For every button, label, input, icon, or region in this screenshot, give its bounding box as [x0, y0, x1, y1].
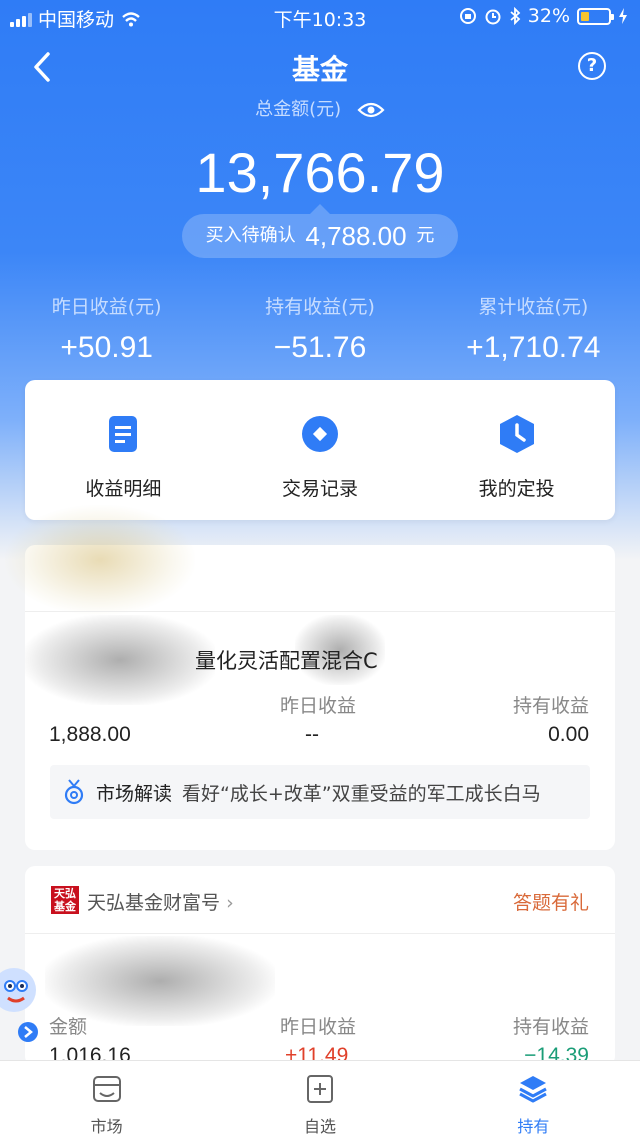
- tianhong-logo: 天弘基金: [51, 886, 79, 914]
- amount-label: 金额: [49, 1016, 88, 1038]
- stat-value: +50.91: [60, 331, 153, 364]
- stat-holding: 持有收益(元) −51.76: [213, 292, 426, 365]
- quick-action-earnings-detail[interactable]: 收益明细: [25, 380, 222, 520]
- tab-label: 市场: [90, 1117, 123, 1136]
- record-icon: [302, 416, 338, 452]
- pending-unit: 元: [416, 225, 435, 246]
- help-icon[interactable]: ?: [578, 52, 606, 80]
- watchlist-icon: [306, 1075, 333, 1103]
- status-bar: 中国移动 下午10:33 32%: [0, 0, 640, 34]
- market-icon: [92, 1076, 121, 1102]
- holding-label: 持有收益: [512, 695, 589, 717]
- quick-action-auto-invest[interactable]: 我的定投: [418, 380, 615, 520]
- quick-action-transactions[interactable]: 交易记录: [222, 380, 419, 520]
- yesterday-label: 昨日收益: [280, 1016, 357, 1038]
- market-insight-text: 看好“成长+改革”双重受益的军工成长白马: [182, 782, 541, 805]
- fund-name: 量化灵活配置混合C: [195, 649, 378, 673]
- alarm-icon: [485, 9, 501, 25]
- market-insight-tag: 市场解读: [96, 782, 173, 805]
- quick-action-label: 交易记录: [282, 478, 359, 500]
- fund-card-1[interactable]: 量化灵活配置混合C 昨日收益 持有收益 1,888.00 -- 0.00 市场解…: [5, 505, 615, 850]
- quick-actions-card: 收益明细 交易记录 我的定投: [25, 380, 615, 520]
- stat-yesterday: 昨日收益(元) +50.91: [0, 292, 213, 365]
- nav-bar: 基金 ?: [0, 34, 640, 98]
- bluetooth-icon: [510, 7, 521, 25]
- total-label-text: 总金额(元): [255, 99, 342, 120]
- yesterday-label: 昨日收益: [280, 695, 357, 717]
- stat-cumulative: 累计收益(元) +1,710.74: [427, 292, 640, 365]
- brand-link[interactable]: 天弘基金财富号 ›: [87, 888, 234, 915]
- yesterday-value: --: [305, 723, 319, 746]
- quick-action-label: 我的定投: [478, 478, 555, 500]
- page-title: 基金: [291, 53, 348, 86]
- pending-label: 买入待确认: [205, 225, 296, 246]
- assistant-robot-icon[interactable]: [0, 960, 48, 1050]
- quick-action-label: 收益明细: [85, 478, 162, 500]
- medal-icon: [64, 779, 84, 805]
- tab-label: 持有: [517, 1117, 550, 1136]
- battery-icon: [577, 7, 614, 25]
- tab-label: 自选: [303, 1117, 336, 1136]
- quiz-promo-link[interactable]: 答题有礼: [513, 888, 589, 915]
- market-insight-banner[interactable]: 市场解读 看好“成长+改革”双重受益的军工成长白马: [50, 765, 590, 819]
- stat-label: 持有收益(元): [265, 296, 375, 318]
- redacted-area: [25, 615, 215, 705]
- bottom-tab-bar: 市场 自选 持有: [0, 1060, 640, 1138]
- total-amount: 13,766.79: [195, 141, 445, 204]
- total-amount-label: 总金额(元): [0, 95, 640, 121]
- eye-icon[interactable]: [357, 101, 385, 119]
- fund-amount: 1,888.00: [49, 723, 131, 746]
- pending-amount: 4,788.00: [305, 221, 407, 251]
- fund-card-header: 天弘基金 天弘基金财富号 › 答题有礼: [25, 866, 615, 934]
- tab-holdings[interactable]: 持有: [427, 1061, 640, 1138]
- chevron-right-icon: ›: [226, 892, 234, 914]
- stat-label: 累计收益(元): [478, 296, 589, 318]
- earnings-stats: 昨日收益(元) +50.91 持有收益(元) −51.76 累计收益(元) +1…: [0, 292, 640, 365]
- divider: [25, 611, 615, 612]
- brand-name: 天弘基金财富号: [87, 892, 221, 914]
- charging-icon: [619, 8, 627, 24]
- stat-label: 昨日收益(元): [51, 296, 162, 318]
- document-icon: [109, 416, 138, 452]
- clock-icon: [499, 415, 534, 453]
- stat-value: +1,710.74: [466, 331, 601, 364]
- redacted-area: [5, 505, 195, 615]
- rotation-lock-icon: [459, 8, 476, 24]
- holding-label: 持有收益: [512, 1016, 589, 1038]
- battery-percent: 32%: [527, 5, 570, 27]
- fund-card-2[interactable]: 天弘基金 天弘基金财富号 › 答题有礼 金额 昨日收益 持有收益 1,016.1…: [25, 866, 615, 1067]
- pending-confirmation-badge[interactable]: 买入待确认 4,788.00 元: [182, 204, 458, 258]
- stat-value: −51.76: [273, 331, 367, 364]
- tab-watchlist[interactable]: 自选: [213, 1061, 426, 1138]
- holding-value: 0.00: [548, 723, 589, 746]
- tab-market[interactable]: 市场: [0, 1061, 213, 1138]
- holdings-icon: [519, 1076, 548, 1103]
